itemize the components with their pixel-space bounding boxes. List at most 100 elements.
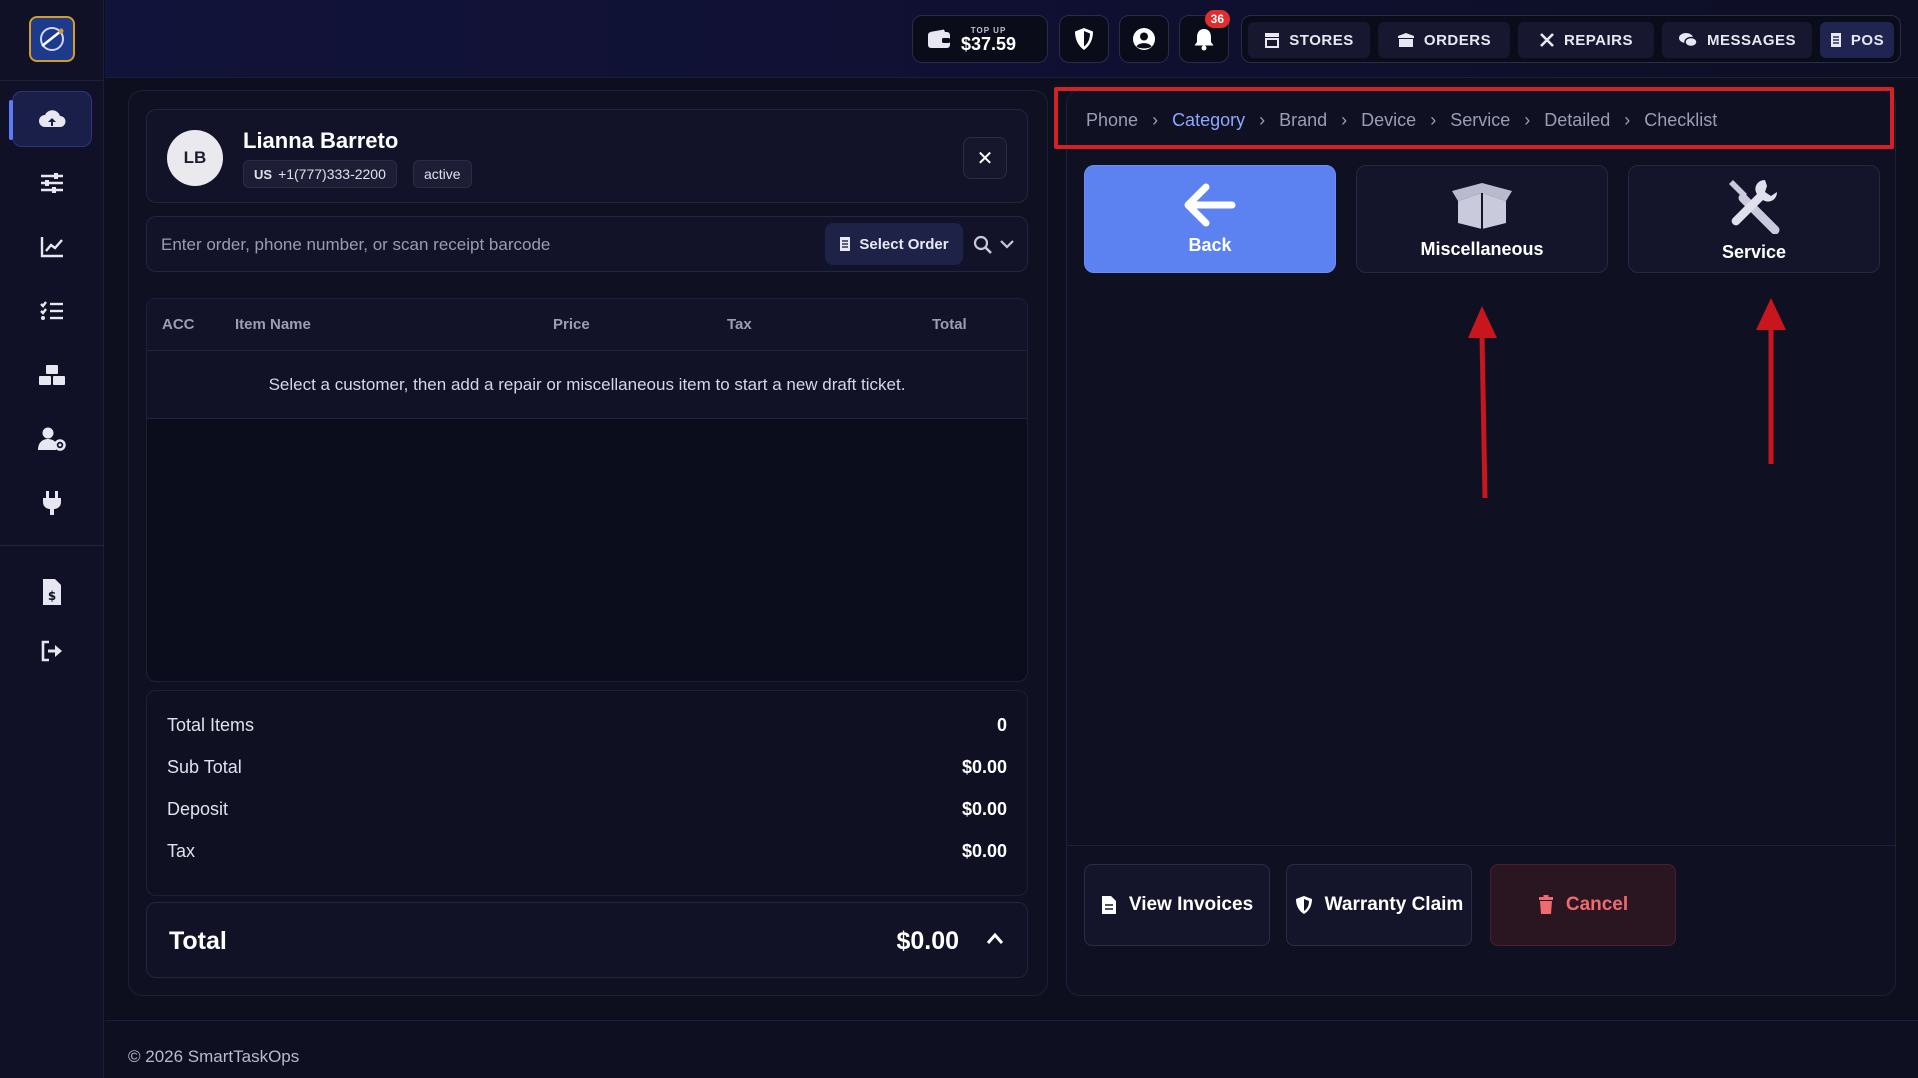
notification-count-badge: 36 (1204, 10, 1230, 28)
order-search-input[interactable] (161, 227, 811, 263)
close-icon: ✕ (976, 147, 994, 170)
user-circle-icon (1133, 28, 1155, 50)
box-open-icon (1452, 182, 1512, 229)
app-logo[interactable] (29, 16, 75, 62)
nav-orders-label: ORDERS (1423, 31, 1492, 49)
breadcrumb-detailed[interactable]: Detailed (1544, 110, 1610, 131)
table-header: ACC Item Name Price Tax Total (147, 299, 1027, 351)
chevron-up-icon[interactable] (985, 929, 1005, 949)
breadcrumb-service[interactable]: Service (1450, 110, 1510, 131)
tools-icon (1729, 179, 1780, 234)
grand-total-label: Total (169, 927, 227, 955)
column-item-name: Item Name (235, 316, 311, 333)
status-badge: active (413, 160, 472, 188)
sidebar-item-analytics[interactable] (12, 219, 92, 275)
tax-value: $0.00 (961, 841, 1007, 861)
miscellaneous-category-button[interactable]: Miscellaneous (1356, 165, 1608, 273)
notifications-button[interactable]: 36 (1179, 10, 1230, 63)
chevron-right-icon: › (1624, 110, 1631, 130)
subtotal-label: Sub Total (167, 757, 242, 777)
comments-icon (1678, 33, 1698, 48)
logout-icon (41, 640, 62, 662)
grand-total-bar[interactable]: Total $0.00 (146, 902, 1028, 978)
logo-icon (40, 27, 64, 51)
breadcrumb: Phone › Category › Brand › Device › Serv… (1086, 110, 1717, 131)
sidebar-item-logout[interactable] (12, 623, 92, 679)
select-order-label: Select Order (859, 235, 949, 253)
select-order-button[interactable]: Select Order (825, 223, 963, 265)
receipt-icon (840, 237, 851, 251)
view-invoices-button[interactable]: View Invoices (1084, 864, 1270, 946)
breadcrumb-checklist[interactable]: Checklist (1644, 110, 1717, 131)
subtotal-row: Sub Total $0.00 (167, 757, 1007, 781)
chevron-right-icon: › (1524, 110, 1531, 130)
cloud-upload-icon (39, 110, 66, 127)
sidebar-item-billing[interactable]: $ (12, 564, 92, 620)
service-category-button[interactable]: Service (1628, 165, 1880, 273)
total-items-row: Total Items 0 (167, 715, 1007, 739)
sidebar-item-integrations[interactable] (12, 475, 92, 531)
sidebar-item-inventory[interactable] (12, 347, 92, 403)
profile-button[interactable] (1119, 15, 1169, 63)
nav-orders[interactable]: ORDERS (1378, 22, 1510, 58)
wallet-amount: $37.59 (961, 33, 1017, 54)
column-total: Total (932, 316, 967, 333)
deposit-value: $0.00 (961, 799, 1007, 819)
nav-pos[interactable]: POS (1820, 22, 1894, 58)
customer-phone: +1(777)333-2200 (278, 166, 386, 182)
tools-icon (1540, 33, 1554, 47)
arrow-left-icon (1184, 183, 1236, 226)
wallet-top-up-button[interactable]: TOP UP $37.59 (912, 15, 1048, 63)
chevron-down-icon[interactable] (999, 238, 1015, 250)
total-items-value: 0 (996, 715, 1007, 735)
column-tax: Tax (727, 316, 752, 333)
svg-text:$: $ (48, 589, 56, 603)
tax-label: Tax (167, 841, 196, 861)
list-check-icon (40, 301, 63, 320)
chevron-right-icon: › (1430, 110, 1437, 130)
cancel-button[interactable]: Cancel (1490, 864, 1676, 946)
security-button[interactable] (1059, 15, 1109, 63)
nav-repairs[interactable]: REPAIRS (1518, 22, 1654, 58)
breadcrumb-brand[interactable]: Brand (1279, 110, 1327, 131)
remove-customer-button[interactable]: ✕ (963, 137, 1007, 179)
miscellaneous-label: Miscellaneous (1420, 238, 1544, 259)
shield-icon (1295, 896, 1312, 914)
tax-row: Tax $0.00 (167, 841, 1007, 865)
nav-stores[interactable]: STORES (1248, 22, 1370, 58)
total-items-label: Total Items (167, 715, 255, 735)
warranty-claim-label: Warranty Claim (1324, 894, 1464, 915)
plug-icon (43, 491, 61, 515)
customer-name: Lianna Barreto (243, 128, 399, 153)
search-icon[interactable] (973, 235, 993, 255)
nav-pos-label: POS (1850, 31, 1885, 49)
main-nav: STORES ORDERS REPAIRS MESSAGES POS (1241, 15, 1901, 63)
sidebar: $ (0, 0, 104, 1078)
receipt-icon (1830, 33, 1841, 47)
breadcrumb-phone[interactable]: Phone (1086, 110, 1138, 131)
warranty-claim-button[interactable]: Warranty Claim (1286, 864, 1472, 946)
service-label: Service (1721, 241, 1787, 262)
back-label: Back (1188, 234, 1232, 255)
breadcrumb-category[interactable]: Category (1172, 110, 1245, 131)
nav-messages-label: MESSAGES (1706, 31, 1797, 49)
chevron-right-icon: › (1259, 110, 1266, 130)
actions-divider (1067, 845, 1895, 846)
sidebar-item-settings[interactable] (12, 155, 92, 211)
wallet-balance: TOP UP $37.59 (961, 26, 1016, 53)
chevron-right-icon: › (1152, 110, 1159, 130)
cancel-label: Cancel (1565, 894, 1629, 915)
avatar: LB (167, 130, 223, 186)
nav-messages[interactable]: MESSAGES (1662, 22, 1812, 58)
wallet-icon (928, 29, 950, 48)
grand-total-value: $0.00 (896, 927, 959, 955)
boxes-icon (39, 365, 65, 385)
back-button[interactable]: Back (1084, 165, 1336, 273)
sidebar-item-tasks[interactable] (12, 283, 92, 339)
breadcrumb-device[interactable]: Device (1361, 110, 1416, 131)
sidebar-item-cloud[interactable] (9, 91, 92, 147)
chart-line-icon (40, 237, 63, 258)
column-acc: ACC (162, 316, 195, 333)
sidebar-item-user-settings[interactable] (12, 411, 92, 467)
customer-phone-chip: US +1(777)333-2200 (243, 160, 397, 188)
